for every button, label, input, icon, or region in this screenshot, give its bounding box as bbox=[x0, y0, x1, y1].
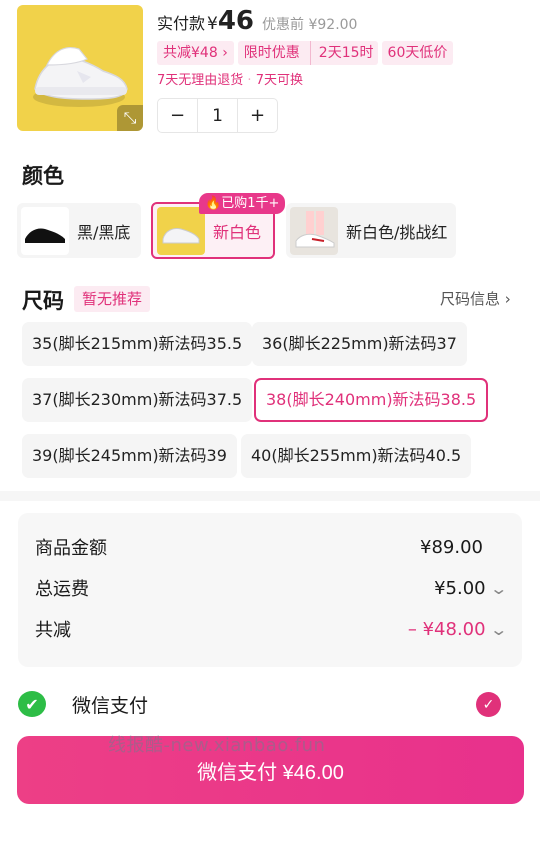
low-price-tag: 60天低价 bbox=[381, 41, 454, 65]
wechat-icon: ✔ bbox=[18, 691, 46, 717]
discount-value: – ¥48.00 bbox=[407, 618, 486, 640]
pay-label: 实付款 bbox=[157, 14, 206, 33]
quantity-stepper[interactable]: − 1 + bbox=[157, 98, 278, 133]
purchase-badge: 🔥已购1千+ bbox=[199, 193, 286, 214]
shipping-label: 总运费 bbox=[35, 579, 89, 600]
discount-row[interactable]: 共减 – ¥48.00 ⌄ bbox=[35, 614, 508, 644]
shipping-row[interactable]: 总运费 ¥5.00 ⌄ bbox=[35, 573, 508, 603]
plus-button[interactable]: + bbox=[238, 99, 277, 132]
size-option-39[interactable]: 39(脚长245mm)新法码39 bbox=[22, 434, 237, 478]
check-icon[interactable]: ✓ bbox=[476, 692, 501, 717]
quantity-value[interactable]: 1 bbox=[197, 99, 238, 132]
expand-icon[interactable]: ⤡ bbox=[117, 105, 143, 131]
original-price: 优惠前 ¥92.00 bbox=[262, 17, 358, 33]
color-thumb-white bbox=[157, 206, 205, 255]
return-policy: 7天无理由退货 bbox=[157, 73, 244, 88]
service-policy: 7天无理由退货 · 7天可换 bbox=[157, 73, 303, 88]
order-summary: 商品金额 ¥89.00 总运费 ¥5.00 ⌄ 共减 – ¥48.00 ⌄ bbox=[18, 513, 522, 667]
payment-method-wechat[interactable]: ✔ 微信支付 ✓ bbox=[18, 689, 522, 719]
goods-value: ¥89.00 bbox=[420, 536, 483, 558]
color-thumb-black bbox=[21, 206, 69, 255]
exchange-policy: 7天可换 bbox=[255, 73, 303, 88]
promo-tag: 限时优惠 2天15时 bbox=[237, 41, 378, 65]
price-row: 实付款 ¥ 46 优惠前 ¥92.00 bbox=[157, 6, 357, 36]
color-option-black[interactable]: 黑/黑底 bbox=[17, 203, 141, 258]
color-label: 新白色/挑战红 bbox=[346, 222, 448, 242]
pay-price: 46 bbox=[217, 6, 255, 36]
size-option-37[interactable]: 37(脚长230mm)新法码37.5 bbox=[22, 378, 253, 422]
size-info-link[interactable]: 尺码信息 › bbox=[440, 288, 511, 309]
goods-amount-row: 商品金额 ¥89.00 bbox=[35, 532, 505, 562]
chevron-right-icon: › bbox=[504, 290, 511, 308]
section-divider bbox=[0, 491, 540, 501]
size-option-38[interactable]: 38(脚长240mm)新法码38.5 bbox=[254, 378, 489, 422]
size-option-36[interactable]: 36(脚长225mm)新法码37 bbox=[252, 322, 467, 366]
chevron-right-icon: › bbox=[222, 45, 228, 61]
payment-method-label: 微信支付 bbox=[72, 695, 149, 717]
fire-icon: 🔥 bbox=[205, 196, 222, 211]
color-option-white-red[interactable]: 新白色/挑战红 bbox=[286, 203, 456, 258]
size-title: 尺码 bbox=[22, 289, 64, 313]
goods-label: 商品金额 bbox=[35, 538, 107, 559]
color-label: 黑/黑底 bbox=[77, 222, 131, 242]
currency-symbol: ¥ bbox=[207, 14, 218, 34]
watermark-text: 线报酷-new.xianbao.fun bbox=[108, 735, 326, 756]
size-option-40[interactable]: 40(脚长255mm)新法码40.5 bbox=[241, 434, 472, 478]
color-title: 颜色 bbox=[22, 164, 64, 188]
size-option-35[interactable]: 35(脚长215mm)新法码35.5 bbox=[22, 322, 253, 366]
promo-tags: 共减¥48 › 限时优惠 2天15时 60天低价 bbox=[157, 41, 454, 65]
color-thumb-white-red bbox=[290, 206, 338, 255]
shipping-value: ¥5.00 bbox=[434, 577, 486, 599]
discount-label: 共减 bbox=[35, 620, 71, 641]
no-recommend-tag: 暂无推荐 bbox=[74, 286, 151, 312]
color-label: 新白色 bbox=[213, 222, 262, 242]
discount-tag[interactable]: 共减¥48 › bbox=[157, 41, 234, 65]
chevron-down-icon: ⌄ bbox=[488, 619, 508, 639]
product-image[interactable]: ⤡ bbox=[17, 5, 143, 131]
minus-button[interactable]: − bbox=[158, 99, 197, 132]
chevron-down-icon: ⌄ bbox=[488, 578, 508, 598]
